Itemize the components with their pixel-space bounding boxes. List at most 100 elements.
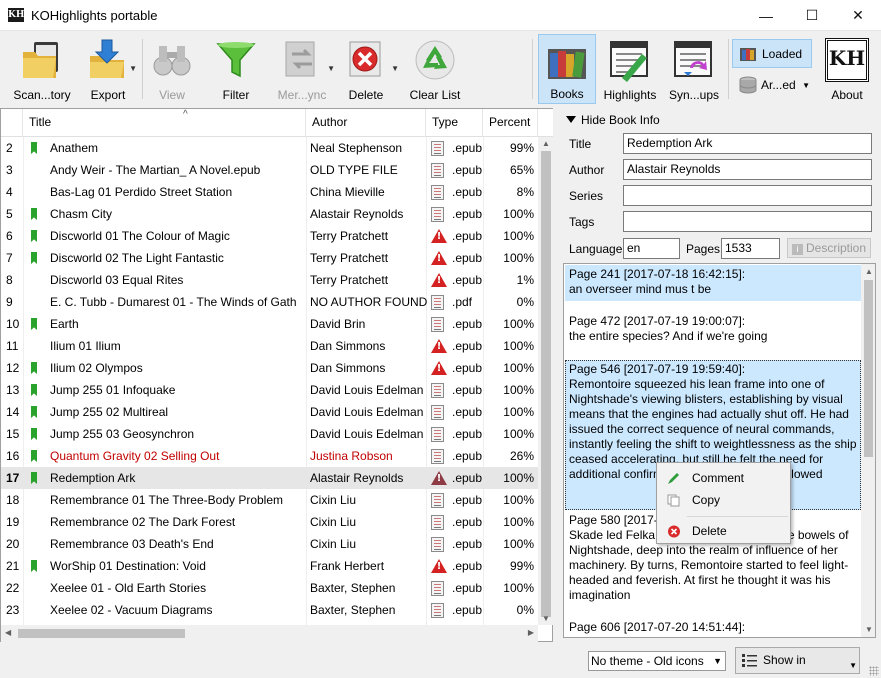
scrollbar-thumb[interactable] <box>864 280 873 457</box>
table-header: Title ^ Author Type Percent <box>1 109 553 137</box>
column-header-author[interactable]: Author <box>306 109 426 137</box>
type-status <box>431 357 447 379</box>
main-toolbar: Scan...tory ▼ Export View Filter ▼ Mer..… <box>0 31 881 106</box>
menu-item-comment[interactable]: Comment <box>657 467 790 489</box>
table-row[interactable]: 13 Jump 255 01 Infoquake David Louis Edelm… <box>1 379 538 401</box>
menu-item-copy[interactable]: Copy <box>657 489 790 511</box>
table-row[interactable]: 6 Discworld 01 The Colour of Magic Terry P… <box>1 225 538 247</box>
table-row[interactable]: 22 Xeelee 01 - Old Earth Stories Baxter, S… <box>1 577 538 599</box>
loaded-toggle-button[interactable]: Loaded <box>732 39 812 68</box>
author-field[interactable]: Alastair Reynolds <box>623 159 872 180</box>
table-row[interactable]: 3 Andy Weir - The Martian_ A Novel.epub OL… <box>1 159 538 181</box>
scroll-up-icon[interactable]: ▲ <box>865 267 873 276</box>
table-row[interactable]: 10 Earth David Brin .epub 100% <box>1 313 538 335</box>
highlight-item[interactable]: Page 606 [2017-07-20 14:51:44]: <box>565 618 861 637</box>
merge-dropdown-icon[interactable]: ▼ <box>327 64 335 73</box>
books-table[interactable]: Title ^ Author Type Percent 2 Anathem Neal… <box>0 108 553 642</box>
books-view-button[interactable]: Books <box>538 34 596 104</box>
delete-dropdown-icon[interactable]: ▼ <box>391 64 399 73</box>
language-field[interactable]: en <box>623 238 680 259</box>
loaded-books-icon <box>740 48 756 61</box>
table-row[interactable]: 2 Anathem Neal Stephenson .epub 99% <box>1 137 538 159</box>
scrollbar-thumb[interactable] <box>541 151 551 617</box>
read-percent: 8% <box>516 185 534 199</box>
merge-sync-button[interactable]: ▼ Mer...ync <box>268 34 336 104</box>
table-row[interactable]: 19 Remembrance 02 The Dark Forest Cixin Li… <box>1 511 538 533</box>
table-vertical-scrollbar[interactable]: ▲ ▼ <box>538 137 553 625</box>
view-button[interactable]: View <box>148 34 196 104</box>
table-row[interactable]: 5 Chasm City Alastair Reynolds .epub 100% <box>1 203 538 225</box>
sync-groups-button[interactable]: Syn...ups <box>665 34 723 104</box>
table-row[interactable]: 8 Discworld 03 Equal Rites Terry Pratchett… <box>1 269 538 291</box>
highlights-vertical-scrollbar[interactable]: ▲ ▼ <box>861 264 875 637</box>
scroll-right-icon[interactable]: ▶ <box>528 628 534 637</box>
clear-list-button[interactable]: Clear List <box>407 34 463 104</box>
minimize-button[interactable]: — <box>743 0 789 31</box>
table-row[interactable]: 20 Remembrance 03 Death's End Cixin Liu .ep… <box>1 533 538 555</box>
title-field[interactable]: Redemption Ark <box>623 133 872 154</box>
column-header-number[interactable] <box>1 109 23 137</box>
book-author: Dan Simmons <box>310 339 386 353</box>
book-title: Remembrance 02 The Dark Forest <box>50 515 236 529</box>
table-row[interactable]: 23 Xeelee 02 - Vacuum Diagrams Baxter, Ste… <box>1 599 538 621</box>
about-button[interactable]: KH About <box>817 34 877 104</box>
table-row[interactable]: 7 Discworld 02 The Light Fantastic Terry P… <box>1 247 538 269</box>
table-row[interactable]: 15 Jump 255 03 Geosynchron David Louis Ede… <box>1 423 538 445</box>
book-file-icon <box>431 295 444 310</box>
show-in-dropdown-icon[interactable]: ▼ <box>849 653 857 678</box>
table-row[interactable]: 4 Bas-Lag 01 Perdido Street Station China … <box>1 181 538 203</box>
table-row[interactable]: 16 Quantum Gravity 02 Selling Out Justina … <box>1 445 538 467</box>
highlights-view-button[interactable]: Highlights <box>601 34 659 104</box>
row-mark <box>31 203 41 225</box>
theme-select[interactable]: No theme - Old icons ▼ <box>588 651 726 671</box>
hide-book-info-toggle[interactable]: Hide Book Info <box>566 113 660 127</box>
table-row[interactable]: 9 E. C. Tubb - Dumarest 01 - The Winds of… <box>1 291 538 313</box>
table-row[interactable]: 14 Jump 255 02 Multireal David Louis Edelm… <box>1 401 538 423</box>
read-bookmark-icon <box>31 406 37 418</box>
scroll-up-icon[interactable]: ▲ <box>542 139 550 148</box>
table-row[interactable]: 12 Ilium 02 Olympos Dan Simmons .epub 100% <box>1 357 538 379</box>
menu-item-delete[interactable]: Delete <box>657 520 790 542</box>
scroll-down-icon[interactable]: ▼ <box>542 614 550 623</box>
row-mark <box>31 445 41 467</box>
close-window-button[interactable]: ✕ <box>835 0 881 31</box>
table-row[interactable]: 11 Ilium 01 Ilium Dan Simmons .epub 100% <box>1 335 538 357</box>
archived-toggle-button[interactable]: Ar...ed ▼ <box>732 71 812 100</box>
maximize-button[interactable]: ☐ <box>789 0 835 31</box>
table-horizontal-scrollbar[interactable]: ◀ ▶ <box>1 625 538 642</box>
export-button[interactable]: ▼ Export <box>78 34 138 104</box>
column-header-type[interactable]: Type <box>426 109 483 137</box>
read-percent: 100% <box>503 383 534 397</box>
highlights-list[interactable]: Page 241 [2017-07-18 16:42:15]: an overse… <box>563 263 876 638</box>
filter-button[interactable]: Filter <box>212 34 260 104</box>
table-row[interactable]: 21 WorShip 01 Destination: Void Frank Herb… <box>1 555 538 577</box>
tags-field[interactable] <box>623 211 872 232</box>
pages-field[interactable]: 1533 <box>721 238 780 259</box>
type-status <box>431 225 447 247</box>
table-row[interactable]: 17 Redemption Ark Alastair Reynolds .epub 10… <box>1 467 538 489</box>
table-row[interactable]: 18 Remembrance 01 The Three-Body Problem C… <box>1 489 538 511</box>
archived-dropdown-icon[interactable]: ▼ <box>802 81 810 90</box>
title-bar: KH KOHighlights portable — ☐ ✕ <box>0 0 881 31</box>
book-author: David Louis Edelman <box>310 405 424 419</box>
read-bookmark-icon <box>31 252 37 264</box>
resize-grip[interactable] <box>869 666 879 676</box>
highlight-item[interactable]: Page 241 [2017-07-18 16:42:15]: an overse… <box>565 265 861 301</box>
delete-button[interactable]: ▼ Delete <box>340 34 400 104</box>
show-in-highlights-button[interactable]: Show in Highlights▼ <box>735 647 860 674</box>
export-dropdown-icon[interactable]: ▼ <box>129 64 137 73</box>
column-header-title[interactable]: Title ^ <box>23 109 306 137</box>
scroll-down-icon[interactable]: ▼ <box>865 625 873 634</box>
column-header-percent[interactable]: Percent <box>483 109 538 137</box>
database-archive-icon <box>739 76 757 94</box>
scrollbar-thumb[interactable] <box>18 629 185 638</box>
book-author: David Louis Edelman <box>310 427 424 441</box>
read-percent: 26% <box>509 449 534 463</box>
book-title: WorShip 01 Destination: Void <box>50 559 206 573</box>
scan-directory-button[interactable]: Scan...tory <box>10 34 74 104</box>
description-button[interactable]: i Description <box>787 238 871 258</box>
scroll-left-icon[interactable]: ◀ <box>5 628 11 637</box>
highlight-item[interactable]: Page 472 [2017-07-19 19:00:07]: the entir… <box>565 312 861 348</box>
row-mark <box>31 137 41 159</box>
series-field[interactable] <box>623 185 872 206</box>
